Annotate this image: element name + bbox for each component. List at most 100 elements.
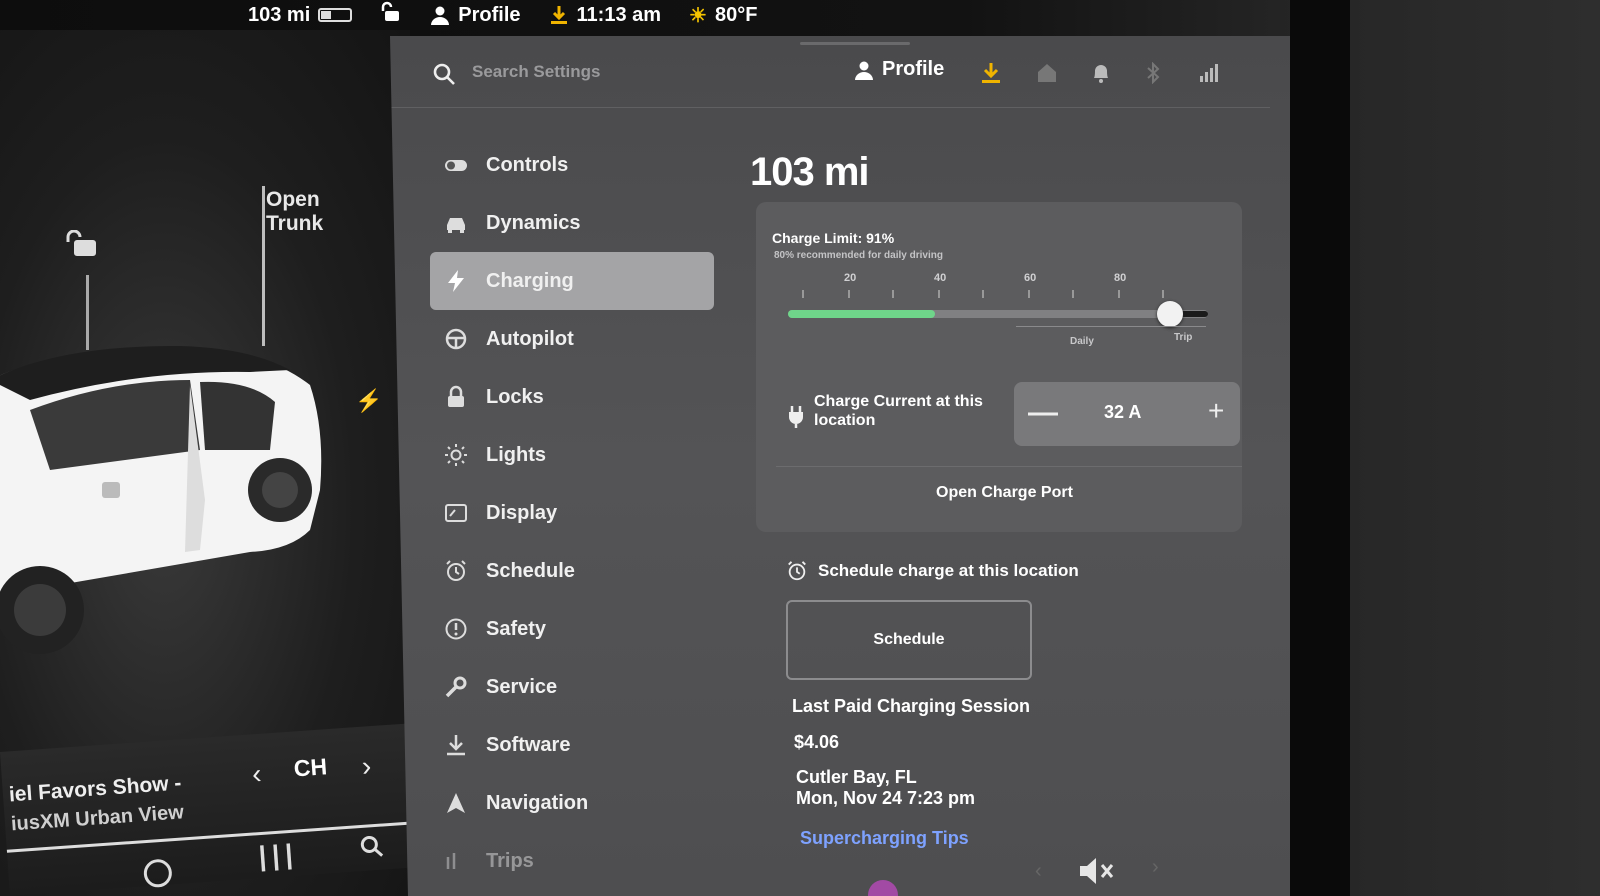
prev-channel-button[interactable]: ‹ [251, 758, 263, 791]
steering-wheel-icon [445, 328, 467, 350]
nav-label: Software [486, 733, 571, 756]
next-channel-button[interactable]: › [361, 750, 373, 783]
last-session-date: Mon, Nov 24 7:23 pm [796, 788, 976, 808]
charge-limit-label: Charge Limit: 91% [772, 230, 895, 246]
volume-down-chevron-icon[interactable]: ‹ [1035, 860, 1042, 883]
settings-panel: Profile Controls Dynamics Charging [390, 36, 1290, 896]
charge-port-bolt-icon[interactable]: ⚡ [355, 388, 382, 414]
nav-label: Trips [486, 849, 534, 872]
nav-label: Lights [486, 443, 546, 466]
zone-daily-label: Daily [1070, 336, 1094, 347]
nav-item-controls[interactable]: Controls [430, 136, 720, 194]
decrease-current-button[interactable]: — [1028, 398, 1058, 428]
daily-trip-zone-line [1016, 326, 1206, 327]
current-charge-fill [788, 310, 935, 318]
nav-label: Dynamics [486, 211, 581, 234]
increase-current-button[interactable]: + [1208, 396, 1224, 426]
lte-signal-icon [1200, 64, 1218, 82]
nav-item-schedule[interactable]: Schedule [430, 542, 720, 600]
search-settings-input[interactable] [472, 56, 732, 88]
scale-tick [1072, 290, 1074, 298]
lock-indicator-line [86, 275, 89, 350]
channel-label: CH [292, 753, 328, 782]
scale-tick [802, 290, 804, 298]
download-icon[interactable] [980, 62, 1002, 84]
card-divider [776, 466, 1242, 467]
home-icon[interactable] [1036, 62, 1058, 84]
scale-tick [1028, 290, 1030, 298]
schedule-charge-row: Schedule charge at this location [786, 560, 1079, 582]
nav-item-service[interactable]: Service [430, 658, 720, 716]
scale-tick [1118, 290, 1120, 298]
last-session-location: Cutler Bay, FL [796, 767, 917, 787]
schedule-charge-label: Schedule charge at this location [818, 561, 1079, 580]
scale-tick [1162, 290, 1164, 298]
nav-label: Schedule [486, 559, 575, 582]
settings-top-bar: Profile [390, 36, 1270, 108]
battery-icon [318, 8, 353, 22]
nav-item-software[interactable]: Software [430, 716, 720, 774]
nav-item-autopilot[interactable]: Autopilot [430, 310, 720, 368]
panel-grab-handle[interactable] [800, 42, 910, 45]
media-station: iusXM Urban View [10, 801, 185, 836]
wrench-icon [445, 676, 467, 698]
equalizer-icon[interactable]: ┃┃┃ [255, 844, 296, 873]
open-charge-port-button[interactable]: Open Charge Port [936, 484, 1073, 502]
trunk-indicator-line [262, 186, 265, 346]
nav-item-lights[interactable]: Lights [430, 426, 720, 484]
volume-muted-icon[interactable] [1078, 856, 1116, 886]
person-icon [855, 61, 873, 80]
charge-limit-slider[interactable] [788, 301, 1208, 327]
bluetooth-icon[interactable] [1142, 62, 1164, 84]
nav-item-dynamics[interactable]: Dynamics [430, 194, 720, 252]
charge-scale: 20 40 60 80 [788, 272, 1178, 302]
media-source-icon[interactable] [142, 858, 173, 889]
nav-item-locks[interactable]: Locks [430, 368, 720, 426]
search-icon [433, 63, 455, 85]
nav-label: Autopilot [486, 327, 574, 350]
schedule-button[interactable]: Schedule [786, 600, 1032, 680]
screen-bezel [1290, 0, 1350, 896]
nav-item-navigation[interactable]: Navigation [430, 774, 720, 832]
nav-item-trips[interactable]: Trips [430, 832, 720, 890]
nav-item-charging[interactable]: Charging [430, 252, 714, 310]
car-3d-model[interactable] [0, 340, 335, 670]
scale-tick [892, 290, 894, 298]
toggle-icon [445, 160, 467, 171]
last-session-amount: $4.06 [794, 732, 840, 752]
nav-item-display[interactable]: Display [430, 484, 720, 542]
scale-label-80: 80 [1114, 272, 1127, 284]
profile-label: Profile [882, 58, 945, 80]
profile-status[interactable]: Profile [430, 4, 521, 27]
scale-tick [938, 290, 940, 298]
last-session-title: Last Paid Charging Session [792, 696, 1031, 716]
unlock-icon[interactable] [64, 230, 98, 258]
bell-icon[interactable] [1090, 62, 1112, 84]
time-status: 11:13 am [549, 4, 661, 27]
range-text: 103 mi [248, 3, 311, 26]
media-search-icon[interactable] [359, 834, 385, 860]
car-icon [447, 218, 465, 233]
display-icon [445, 504, 467, 522]
supercharging-tips-link[interactable]: Supercharging Tips [800, 828, 969, 849]
bolt-icon [448, 270, 464, 292]
nav-item-safety[interactable]: Safety [430, 600, 720, 658]
unlock-status-icon[interactable] [380, 1, 402, 29]
lock-icon [448, 385, 464, 407]
scale-label-40: 40 [934, 272, 947, 284]
open-trunk-button[interactable]: Open Trunk [266, 188, 323, 236]
plug-icon [789, 406, 803, 428]
charge-current-label: Charge Current at this location [814, 393, 983, 429]
profile-button[interactable]: Profile [854, 58, 944, 81]
trips-icon [446, 853, 456, 869]
alarm-clock-icon [788, 561, 806, 581]
charge-limit-thumb[interactable] [1157, 301, 1184, 327]
volume-up-chevron-icon[interactable]: › [1152, 856, 1159, 879]
nav-label: Charging [486, 269, 574, 292]
sun-icon: ☀ [689, 4, 707, 27]
scale-tick [848, 290, 850, 298]
download-icon [447, 735, 465, 756]
nav-label: Display [486, 501, 558, 524]
media-title: iel Favors Show - [8, 771, 183, 807]
scale-label-20: 20 [844, 272, 857, 284]
